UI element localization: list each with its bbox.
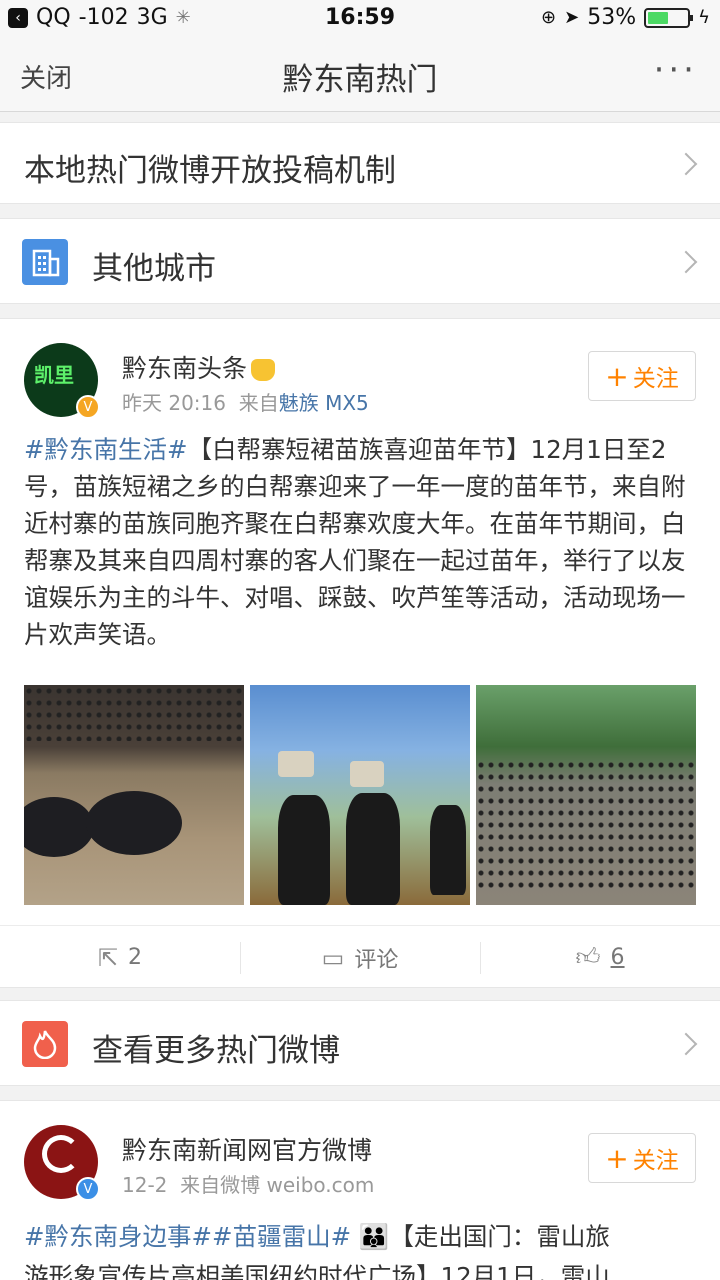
other-cities-row[interactable]: 其他城市 xyxy=(0,218,720,304)
repost-button[interactable]: ⇱ 2 xyxy=(0,926,240,989)
author-name: 黔东南头条 xyxy=(122,354,248,383)
post-time: 12-2 xyxy=(122,1173,168,1197)
verified-badge-icon: V xyxy=(76,395,100,419)
silver-headdress-shape xyxy=(278,751,314,777)
comment-label: 评论 xyxy=(354,947,399,973)
weibo-post: V 黔东南新闻网官方微博 12-2 来自微博 weibo.com + 关注 #黔东… xyxy=(0,1100,720,1280)
repost-icon: ⇱ xyxy=(97,943,119,972)
image-grid xyxy=(24,685,696,905)
post-body-line: 【走出国门：雷山旅 xyxy=(389,1222,610,1251)
post-author[interactable]: 黔东南新闻网官方微博 xyxy=(122,1131,372,1167)
charging-icon: ϟ xyxy=(698,7,710,28)
battery-percent: 53% xyxy=(587,5,637,30)
avatar-text: 凯里 xyxy=(34,363,74,387)
location-icon: ➤ xyxy=(564,7,580,28)
plus-icon: + xyxy=(605,1141,629,1175)
status-right: ⊕ ➤ 53% ϟ xyxy=(541,5,710,30)
like-button[interactable]: 👍︎ 6 xyxy=(480,926,720,989)
nav-bar: 关闭 黔东南热门 ··· xyxy=(0,36,720,112)
figure-shape xyxy=(346,793,400,905)
flame-icon xyxy=(22,1021,68,1067)
post-image[interactable] xyxy=(476,685,696,905)
like-count: 6 xyxy=(610,945,625,970)
post-actions: ⇱ 2 ▭ 评论 👍︎ 6 xyxy=(0,925,720,989)
other-cities-label: 其他城市 xyxy=(92,251,216,287)
post-text: #黔东南身边事##苗疆雷山# 👪【走出国门：雷山旅 游形象宣传片亮相美国纽约时代… xyxy=(24,1217,696,1280)
submission-label: 本地热门微博开放投稿机制 xyxy=(24,153,396,189)
author-name: 黔东南新闻网官方微博 xyxy=(122,1136,373,1165)
hashtag-link[interactable]: #黔东南身边事##苗疆雷山# xyxy=(24,1222,351,1251)
logo-ring-shape xyxy=(42,1135,80,1173)
crowd-shape xyxy=(24,685,244,741)
comment-button[interactable]: ▭ 评论 xyxy=(240,926,480,989)
battery-icon xyxy=(644,7,694,28)
bull-shape xyxy=(86,791,182,855)
post-author[interactable]: 黔东南头条 xyxy=(122,349,276,385)
page-title: 黔东南热门 xyxy=(282,62,438,98)
follow-label: 关注 xyxy=(632,1148,679,1174)
post-meta: 12-2 来自微博 weibo.com xyxy=(122,1169,374,1198)
post-source[interactable]: weibo.com xyxy=(266,1173,374,1197)
more-hot-row[interactable]: 查看更多热门微博 xyxy=(0,1000,720,1086)
follow-label: 关注 xyxy=(632,366,679,392)
source-prefix: 来自 xyxy=(238,391,279,415)
post-text: #黔东南生活#【白帮寨短裙苗族喜迎苗年节】12月1日至2号，苗族短裙之乡的白帮寨… xyxy=(24,431,696,653)
hashtag-link[interactable]: #黔东南生活# xyxy=(24,435,188,464)
comment-icon: ▭ xyxy=(321,943,345,972)
city-building-icon xyxy=(22,239,68,285)
post-source[interactable]: 魅族 MX5 xyxy=(279,391,369,415)
weibo-post: 凯里 V 黔东南头条 昨天 20:16 来自魅族 MX5 + 关注 #黔东南生活#… xyxy=(0,318,720,988)
post-image[interactable] xyxy=(24,685,244,905)
follow-button[interactable]: + 关注 xyxy=(588,1133,696,1183)
plus-icon: + xyxy=(605,359,629,393)
bull-shape xyxy=(24,797,94,857)
status-bar: ‹ QQ -102 3G ✳ 16:59 ⊕ ➤ 53% ϟ xyxy=(0,0,720,36)
more-hot-label: 查看更多热门微博 xyxy=(92,1033,340,1069)
more-options-icon[interactable]: ··· xyxy=(654,50,698,90)
chevron-right-icon xyxy=(674,250,698,274)
chevron-right-icon xyxy=(674,152,698,176)
member-crown-icon xyxy=(251,359,276,381)
post-body: 【白帮寨短裙苗族喜迎苗年节】12月1日至2号，苗族短裙之乡的白帮寨迎来了一年一度… xyxy=(24,435,686,649)
verified-badge-icon: V xyxy=(76,1177,100,1201)
follow-button[interactable]: + 关注 xyxy=(588,351,696,401)
post-body-line: 游形象宣传片亮相美国纽约时代广场】12月1日，雷山 xyxy=(24,1262,610,1280)
post-time: 昨天 20:16 xyxy=(122,391,226,415)
post-image[interactable] xyxy=(250,685,470,905)
repost-count: 2 xyxy=(128,945,143,970)
rotation-lock-icon: ⊕ xyxy=(541,7,557,28)
thumbs-up-icon: 👍︎ xyxy=(575,943,601,971)
family-emoji-icon: 👪 xyxy=(358,1222,390,1251)
submission-row[interactable]: 本地热门微博开放投稿机制 xyxy=(0,122,720,204)
crowd-shape xyxy=(476,759,696,889)
chevron-right-icon xyxy=(674,1032,698,1056)
figure-shape xyxy=(430,805,466,895)
figure-shape xyxy=(278,795,330,905)
silver-headdress-shape xyxy=(350,761,384,787)
post-meta: 昨天 20:16 来自魅族 MX5 xyxy=(122,387,369,416)
source-prefix: 来自微博 xyxy=(180,1173,261,1197)
